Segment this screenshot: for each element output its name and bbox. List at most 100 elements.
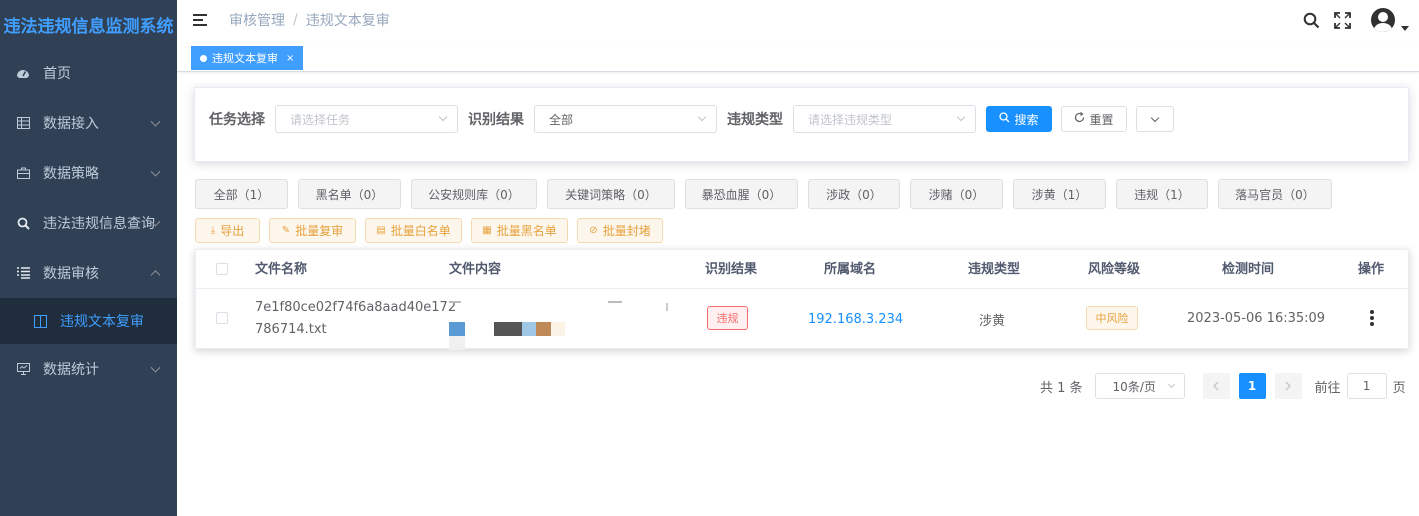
type-placeholder: 请选择违规类型 — [808, 112, 893, 127]
chip-porn[interactable]: 涉黄（1） — [1013, 179, 1106, 209]
chevron-down-icon — [150, 362, 161, 373]
batch-actions: ⤓ 导出 ✎ 批量复审 ▤ 批量白名单 ▦ 批量黑名单 ⊘ 批量封堵 — [195, 218, 672, 243]
chevron-up-icon — [150, 270, 161, 281]
sidebar-item-text-review[interactable]: 违规文本复审 — [0, 298, 177, 344]
top-icons — [1289, 0, 1409, 40]
page-size-select[interactable]: 10条/页 — [1094, 373, 1185, 399]
header-type: 违规类型 — [968, 262, 1021, 277]
table-icon — [16, 116, 30, 130]
sidebar-item-data-review[interactable]: 数据审核 — [0, 248, 177, 298]
chip-politics[interactable]: 涉政（0） — [808, 179, 900, 209]
page-unit: 页 — [1392, 380, 1406, 396]
prev-page-button[interactable] — [1202, 373, 1230, 399]
total-count: 共 1 条 — [1040, 380, 1083, 396]
reset-button[interactable]: 重置 — [1061, 106, 1127, 132]
search-icon — [999, 112, 1010, 126]
sidebar-item-info-query[interactable]: 违法违规信息查询 — [0, 198, 177, 248]
search-icon — [16, 216, 30, 230]
sidebar-item-data-access[interactable]: 数据接入 — [0, 98, 177, 148]
batch-whitelist-button[interactable]: ▤ 批量白名单 — [365, 218, 462, 243]
search-icon[interactable] — [1302, 11, 1320, 29]
sidebar-item-home[interactable]: 首页 — [0, 48, 177, 98]
batch-review-label: 批量复审 — [295, 224, 344, 238]
download-icon: ⤓ — [210, 225, 216, 236]
pagination: 共 1 条 10条/页 1 前往 1 页 — [1040, 373, 1406, 399]
violation-type: 涉黄 — [979, 314, 1006, 329]
caret-down-icon[interactable] — [1401, 25, 1409, 31]
sidebar-item-statistics[interactable]: 数据统计 — [0, 344, 177, 394]
header-domain: 所属域名 — [824, 262, 877, 277]
chevron-down-icon — [150, 116, 161, 127]
select-all-checkbox[interactable] — [216, 263, 228, 275]
page-number-1[interactable]: 1 — [1238, 373, 1266, 399]
task-select[interactable]: 请选择任务 — [275, 105, 458, 133]
goto-label: 前往 — [1314, 380, 1341, 396]
type-select[interactable]: 请选择违规类型 — [793, 105, 976, 133]
header-file-name: 文件名称 — [255, 262, 308, 277]
chevron-left-icon — [1213, 381, 1219, 391]
batch-review-button[interactable]: ✎ 批量复审 — [269, 218, 356, 243]
search-panel: 任务选择 请选择任务 识别结果 全部 违规类型 请选择违规类型 搜索 重置 — [194, 87, 1409, 162]
chip-all[interactable]: 全部（1） — [195, 179, 288, 209]
sidebar-item-label: 数据审核 — [43, 266, 99, 282]
result-label: 识别结果 — [468, 112, 524, 128]
more-vertical-icon[interactable] — [1370, 310, 1374, 326]
sidebar-item-label: 数据统计 — [43, 362, 99, 378]
type-label: 违规类型 — [727, 112, 783, 128]
chevron-down-icon — [150, 166, 161, 177]
topbar: 审核管理 / 违规文本复审 — [177, 0, 1419, 40]
result-value: 全部 — [549, 112, 574, 127]
domain-link[interactable]: 192.168.3.234 — [808, 312, 903, 327]
chip-fallen-officials[interactable]: 落马官员（0） — [1218, 179, 1332, 209]
sidebar-item-data-strategy[interactable]: 数据策略 — [0, 148, 177, 198]
sidebar-item-label: 违法违规信息查询 — [43, 216, 155, 232]
chip-keyword-strategy[interactable]: 关键词策略（0） — [547, 179, 675, 209]
next-page-button[interactable] — [1274, 373, 1302, 399]
task-label: 任务选择 — [209, 112, 265, 128]
header-file-content: 文件内容 — [449, 262, 502, 277]
risk-badge: 中风险 — [1086, 306, 1138, 330]
reset-button-label: 重置 — [1089, 112, 1114, 127]
expand-button[interactable] — [1136, 106, 1174, 132]
tag-label: 违规文本复审 — [212, 52, 278, 65]
header-time: 检测时间 — [1222, 262, 1275, 277]
document-icon — [34, 314, 47, 328]
sidebar-item-label: 数据策略 — [43, 166, 99, 182]
chip-gambling[interactable]: 涉赌（0） — [910, 179, 1003, 209]
row-checkbox[interactable] — [216, 312, 228, 324]
export-label: 导出 — [220, 224, 245, 238]
chevron-down-icon — [438, 112, 448, 122]
batch-block-button[interactable]: ⊘ 批量封堵 — [577, 218, 663, 243]
header-actions: 操作 — [1358, 262, 1385, 277]
block-icon: ⊘ — [589, 225, 598, 236]
chip-blacklist[interactable]: 黑名单（0） — [298, 179, 401, 209]
close-icon[interactable]: × — [286, 53, 294, 64]
document-icon: ▤ — [376, 225, 386, 236]
chip-violation[interactable]: 违规（1） — [1116, 179, 1208, 209]
chip-violence[interactable]: 暴恐血腥（0） — [685, 179, 798, 209]
avatar[interactable] — [1371, 8, 1395, 32]
chip-police-rules[interactable]: 公安规则库（0） — [411, 179, 537, 209]
chevron-down-icon — [697, 112, 707, 122]
chevron-right-icon — [1285, 381, 1291, 391]
chevron-down-icon — [1150, 113, 1160, 122]
detect-time: 2023-05-06 16:35:09 — [1187, 311, 1326, 326]
result-badge: 违规 — [707, 306, 748, 330]
goto-page-input[interactable]: 1 — [1346, 373, 1387, 399]
header-result: 识别结果 — [705, 262, 758, 277]
export-button[interactable]: ⤓ 导出 — [195, 218, 260, 243]
batch-blacklist-button[interactable]: ▦ 批量黑名单 — [471, 218, 568, 243]
dashboard-icon — [16, 66, 30, 80]
result-select[interactable]: 全部 — [534, 105, 717, 133]
breadcrumb-current: 违规文本复审 — [305, 13, 390, 29]
breadcrumb-separator: / — [293, 12, 298, 28]
search-button[interactable]: 搜索 — [986, 106, 1052, 132]
briefcase-icon — [16, 166, 30, 180]
batch-blacklist-label: 批量黑名单 — [496, 224, 557, 238]
fullscreen-icon[interactable] — [1333, 11, 1351, 29]
hamburger-icon[interactable] — [193, 14, 207, 26]
breadcrumb-parent[interactable]: 审核管理 — [229, 10, 285, 30]
tag-text-review[interactable]: 违规文本复审 × — [191, 46, 304, 70]
breadcrumb: 审核管理 / 违规文本复审 — [229, 10, 390, 30]
monitor-icon — [16, 362, 30, 376]
